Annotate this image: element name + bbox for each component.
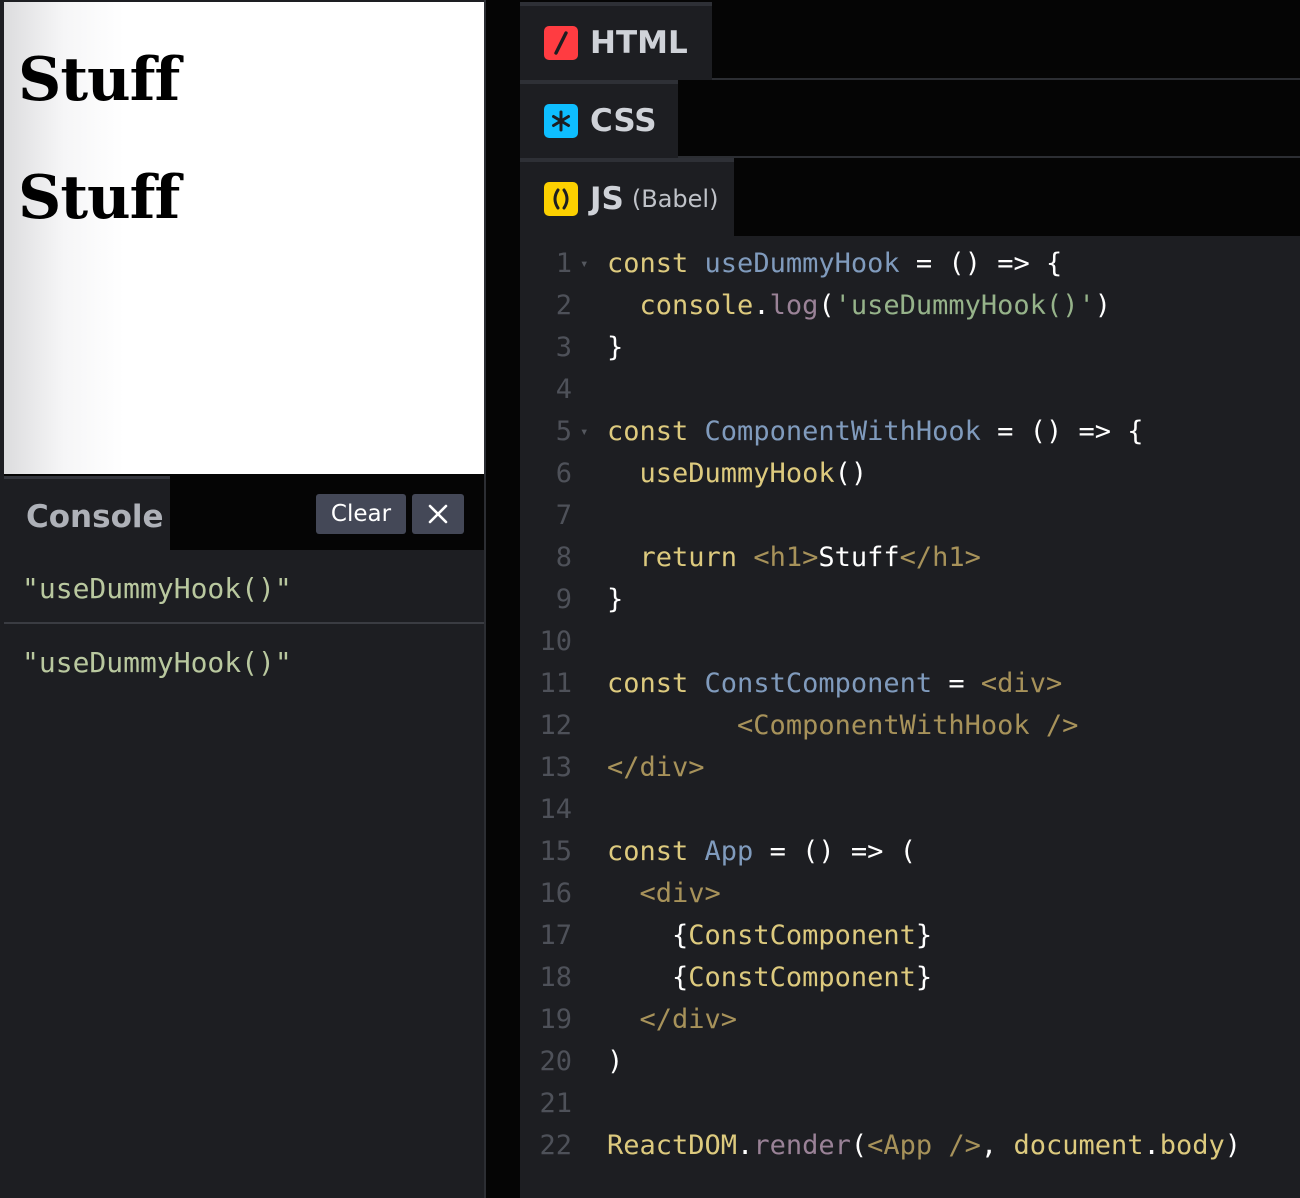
code-text: <ComponentWithHook />	[737, 710, 1079, 741]
editors-pane: HTML CSS JS (Babel) 1 ▾ const useDummyHo…	[520, 0, 1300, 1198]
tab-js-sublabel: (Babel)	[631, 185, 719, 213]
fold-arrow-icon[interactable]: ▾	[580, 243, 588, 285]
preview-heading: Stuff	[18, 163, 180, 233]
code-line[interactable]: 12 <ComponentWithHook />	[520, 705, 1300, 747]
console-log-entry: "useDummyHook()"	[4, 550, 484, 624]
line-number: 13	[539, 752, 572, 783]
code-line[interactable]: 9}	[520, 579, 1300, 621]
line-number: 19	[539, 1004, 572, 1035]
css-asterisk-icon	[544, 104, 578, 138]
code-text: const ComponentWithHook = () => {	[607, 416, 1144, 447]
code-line[interactable]: 22 ReactDOM.render(<App />, document.body…	[520, 1125, 1300, 1167]
line-number: 18	[539, 962, 572, 993]
close-icon	[428, 504, 448, 524]
console-header: Console Clear	[4, 474, 484, 550]
code-text: ReactDOM.render(<App />, document.body)	[607, 1130, 1242, 1161]
console-tab[interactable]: Console	[4, 476, 170, 550]
js-parens-icon	[544, 182, 578, 216]
code-line[interactable]: 6 useDummyHook()	[520, 453, 1300, 495]
line-number: 16	[539, 878, 572, 909]
code-text: useDummyHook()	[639, 458, 868, 489]
tab-js[interactable]: JS (Babel)	[520, 158, 734, 236]
preview-and-console-pane: Stuff Stuff Console Clear "useDummyHook(…	[0, 0, 486, 1198]
tab-css[interactable]: CSS	[520, 80, 678, 158]
code-line[interactable]: 17 {ConstComponent}	[520, 915, 1300, 957]
code-line[interactable]: 15 const App = () => (	[520, 831, 1300, 873]
code-text: )	[607, 1046, 624, 1077]
css-editor-header: CSS	[520, 80, 1300, 158]
line-number: 14	[539, 794, 572, 825]
line-number: 9	[555, 584, 572, 615]
code-text: {ConstComponent}	[672, 920, 933, 951]
html-slash-icon	[544, 26, 578, 60]
line-number: 1	[555, 248, 572, 279]
line-number: 6	[555, 458, 572, 489]
line-number: 4	[555, 374, 572, 405]
html-editor-header: HTML	[520, 2, 1300, 80]
clear-console-button[interactable]: Clear	[316, 494, 406, 534]
console-tab-label: Console	[26, 499, 164, 535]
js-code-editor[interactable]: 1 ▾ const useDummyHook = () => { 2 console.…	[520, 236, 1300, 1198]
code-line[interactable]: 21	[520, 1083, 1300, 1125]
code-line[interactable]: 13 </div>	[520, 747, 1300, 789]
js-editor-header: JS (Babel)	[520, 158, 1300, 236]
code-line[interactable]: 14	[520, 789, 1300, 831]
code-line[interactable]: 1 ▾ const useDummyHook = () => {	[520, 243, 1300, 285]
tab-css-label: CSS	[590, 103, 657, 139]
tab-js-label: JS	[590, 181, 624, 217]
line-number: 2	[555, 290, 572, 321]
code-text: }	[607, 584, 624, 615]
line-number: 3	[555, 332, 572, 363]
line-number: 10	[539, 626, 572, 657]
code-text: </div>	[639, 1004, 738, 1035]
code-text: </div>	[607, 752, 705, 783]
code-line[interactable]: 5 ▾ const ComponentWithHook = () => {	[520, 411, 1300, 453]
code-line[interactable]: 11 const ConstComponent = <div>	[520, 663, 1300, 705]
code-text: }	[607, 332, 624, 363]
code-text: const ConstComponent = <div>	[607, 668, 1063, 699]
code-text: const useDummyHook = () => {	[607, 248, 1063, 279]
code-line[interactable]: 7	[520, 495, 1300, 537]
line-number: 8	[555, 542, 572, 573]
code-line[interactable]: 4	[520, 369, 1300, 411]
code-text: <div>	[639, 878, 721, 909]
code-line[interactable]: 2 console.log('useDummyHook()')	[520, 285, 1300, 327]
line-number: 5	[555, 416, 572, 447]
tab-html-label: HTML	[590, 25, 688, 61]
code-line[interactable]: 3}	[520, 327, 1300, 369]
fold-arrow-icon[interactable]: ▾	[580, 411, 588, 453]
code-text: return <h1>Stuff</h1>	[639, 542, 981, 573]
line-number: 7	[555, 500, 572, 531]
line-number: 21	[539, 1088, 572, 1119]
line-number: 12	[539, 710, 572, 741]
code-line[interactable]: 10	[520, 621, 1300, 663]
code-text: {ConstComponent}	[672, 962, 933, 993]
tab-html[interactable]: HTML	[520, 2, 712, 80]
code-line[interactable]: 19 </div>	[520, 999, 1300, 1041]
line-number: 20	[539, 1046, 572, 1077]
line-number: 11	[539, 668, 572, 699]
line-number: 22	[539, 1130, 572, 1161]
line-number: 17	[539, 920, 572, 951]
preview-heading: Stuff	[18, 45, 180, 115]
code-line[interactable]: 20)	[520, 1041, 1300, 1083]
result-preview: Stuff Stuff	[4, 2, 484, 474]
line-number: 15	[539, 836, 572, 867]
code-line[interactable]: 18 {ConstComponent}	[520, 957, 1300, 999]
code-line[interactable]: 8 return <h1>Stuff</h1>	[520, 537, 1300, 579]
code-text: console.log('useDummyHook()')	[639, 290, 1111, 321]
close-console-button[interactable]	[412, 494, 464, 534]
code-line[interactable]: 16 <div>	[520, 873, 1300, 915]
console-log-entry: "useDummyHook()"	[22, 646, 292, 679]
console-log: "useDummyHook()" "useDummyHook()"	[4, 550, 484, 698]
code-text: const App = () => (	[607, 836, 916, 867]
